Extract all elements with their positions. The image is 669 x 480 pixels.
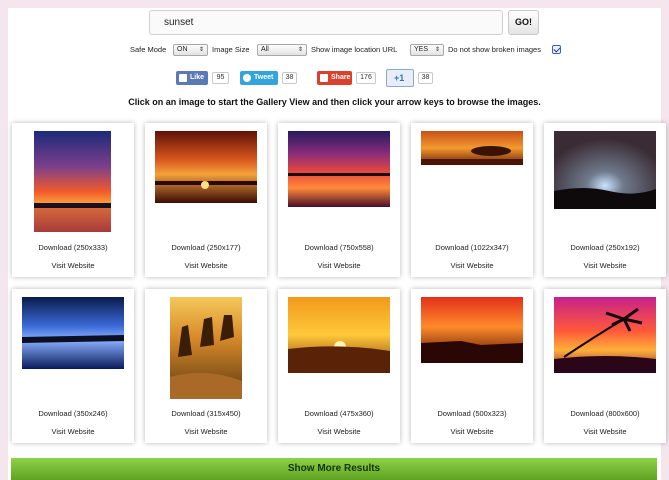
like-label: Like <box>190 74 205 81</box>
visit-website-link[interactable]: Visit Website <box>278 427 400 436</box>
result-card[interactable]: Download (1022x347) Visit Website <box>411 123 533 277</box>
go-button[interactable]: GO! <box>508 10 539 35</box>
share-label: Share <box>331 74 351 81</box>
safe-mode-label: Safe Mode <box>130 45 167 54</box>
visit-website-link[interactable]: Visit Website <box>12 427 134 436</box>
visit-website-link[interactable]: Visit Website <box>145 427 267 436</box>
twitter-icon <box>243 74 251 82</box>
download-link[interactable]: Download (250x333) <box>12 243 134 252</box>
show-more-results-button[interactable]: Show More Results <box>11 458 657 480</box>
options-bar: Safe Mode ON ⇕ Image Size All ⇕ Show image… <box>0 43 669 59</box>
sunset-thumbnail[interactable] <box>554 131 656 209</box>
visit-website-link[interactable]: Visit Website <box>544 427 666 436</box>
download-link[interactable]: Download (750x558) <box>278 243 400 252</box>
result-card[interactable]: Download (250x192) Visit Website <box>544 123 666 277</box>
visit-website-link[interactable]: Visit Website <box>411 427 533 436</box>
like-button[interactable]: Like <box>176 71 208 85</box>
image-size-label: Image Size <box>212 45 250 54</box>
sunset-thumbnail[interactable] <box>288 297 390 373</box>
sunset-thumbnail[interactable] <box>554 297 656 373</box>
plusone-button[interactable]: +1 <box>386 69 414 87</box>
sunset-thumbnail[interactable] <box>421 297 523 363</box>
search-input[interactable]: sunset <box>149 10 503 35</box>
sunset-thumbnail[interactable] <box>288 131 390 207</box>
download-link[interactable]: Download (1022x347) <box>411 243 533 252</box>
sunset-thumbnail[interactable] <box>421 131 523 165</box>
result-card[interactable]: Download (475x360) Visit Website <box>278 289 400 443</box>
image-size-select[interactable]: All ⇕ <box>257 44 307 56</box>
chevron-down-icon: ⇕ <box>198 47 204 53</box>
download-link[interactable]: Download (250x177) <box>145 243 267 252</box>
instruction-text: Click on an image to start the Gallery V… <box>128 97 541 107</box>
result-card[interactable]: Download (250x177) Visit Website <box>145 123 267 277</box>
visit-website-link[interactable]: Visit Website <box>544 261 666 270</box>
visit-website-link[interactable]: Visit Website <box>12 261 134 270</box>
broken-images-label: Do not show broken images <box>448 45 541 54</box>
download-link[interactable]: Download (350x246) <box>12 409 134 418</box>
image-size-value: All <box>261 46 269 53</box>
tweet-count: 38 <box>282 72 297 84</box>
result-card[interactable]: Download (315x450) Visit Website <box>145 289 267 443</box>
chevron-down-icon: ⇕ <box>297 47 303 53</box>
download-link[interactable]: Download (315x450) <box>145 409 267 418</box>
location-value: YES <box>414 46 429 53</box>
share-icon <box>320 74 328 82</box>
download-link[interactable]: Download (500x323) <box>411 409 533 418</box>
download-link[interactable]: Download (800x600) <box>544 409 666 418</box>
visit-website-link[interactable]: Visit Website <box>278 261 400 270</box>
result-card[interactable]: Download (500x323) Visit Website <box>411 289 533 443</box>
share-button[interactable]: Share <box>317 71 352 85</box>
sunset-thumbnail[interactable] <box>170 297 242 399</box>
facebook-icon <box>179 74 187 82</box>
plusone-label: +1 <box>394 73 405 83</box>
safe-mode-select[interactable]: ON ⇕ <box>173 44 208 56</box>
tweet-button[interactable]: Tweet <box>240 71 278 85</box>
tweet-label: Tweet <box>254 74 274 81</box>
chevron-down-icon: ⇕ <box>434 47 440 53</box>
share-count: 176 <box>356 72 376 84</box>
sunset-thumbnail[interactable] <box>22 297 124 369</box>
sunset-thumbnail[interactable] <box>155 131 257 203</box>
location-select[interactable]: YES ⇕ <box>410 44 444 56</box>
safe-mode-value: ON <box>177 46 188 53</box>
result-card[interactable]: Download (250x333) Visit Website <box>12 123 134 277</box>
result-card[interactable]: Download (750x558) Visit Website <box>278 123 400 277</box>
visit-website-link[interactable]: Visit Website <box>145 261 267 270</box>
broken-images-checkbox[interactable] <box>552 45 561 54</box>
location-label: Show image location URL <box>311 45 398 54</box>
download-link[interactable]: Download (475x360) <box>278 409 400 418</box>
like-count: 95 <box>212 72 229 84</box>
download-link[interactable]: Download (250x192) <box>544 243 666 252</box>
result-card[interactable]: Download (800x600) Visit Website <box>544 289 666 443</box>
result-card[interactable]: Download (350x246) Visit Website <box>12 289 134 443</box>
plusone-count: 38 <box>418 72 433 84</box>
sunset-thumbnail[interactable] <box>34 131 111 232</box>
visit-website-link[interactable]: Visit Website <box>411 261 533 270</box>
